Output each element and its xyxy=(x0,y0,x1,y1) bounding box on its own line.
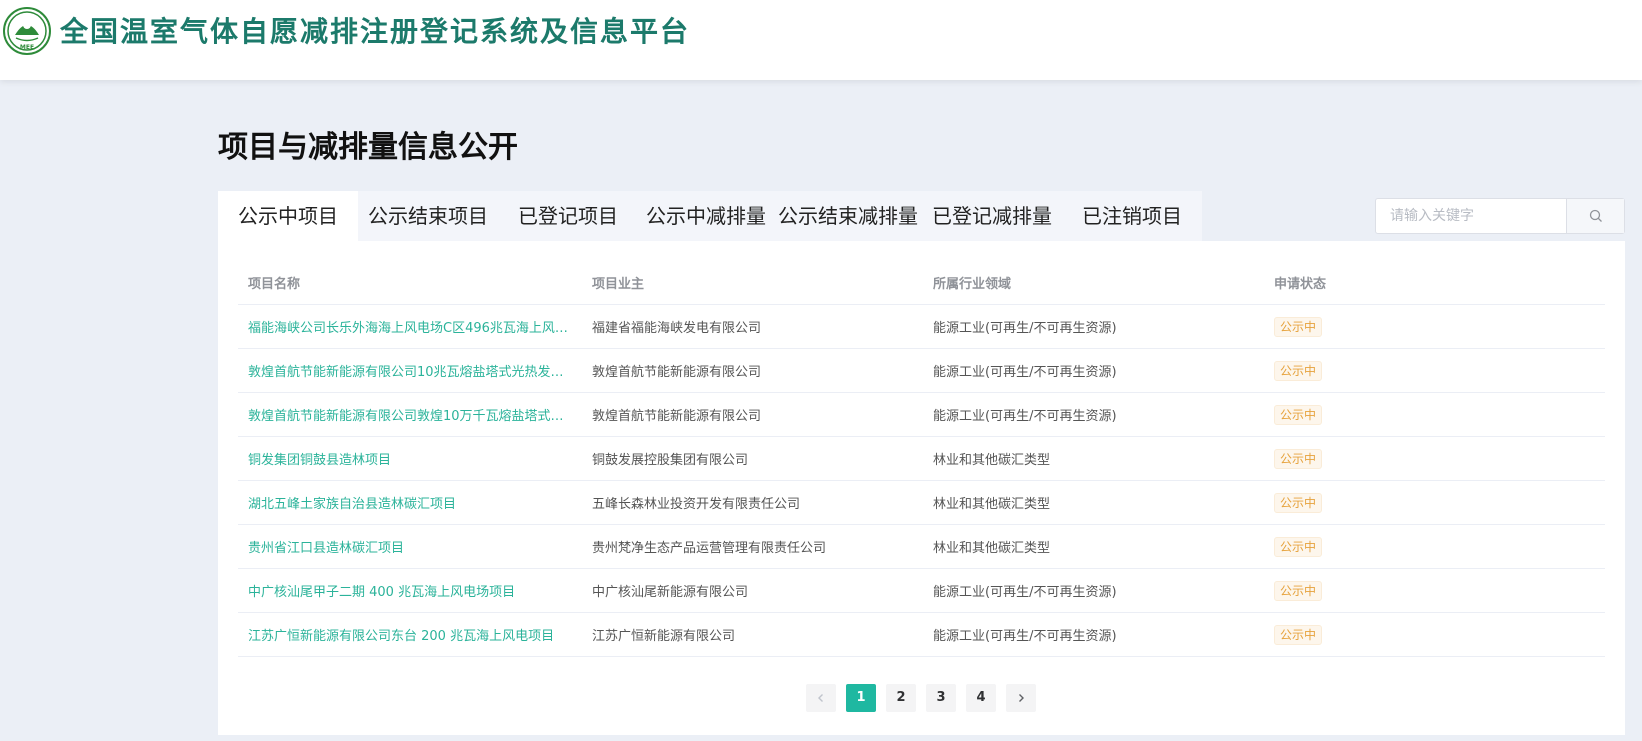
project-name-link[interactable]: 中广核汕尾甲子二期 400 兆瓦海上风电场项目 xyxy=(238,581,582,600)
table-row: 铜发集团铜鼓县造林项目 铜鼓发展控股集团有限公司 林业和其他碳汇类型 公示中 xyxy=(238,437,1605,481)
project-sector: 林业和其他碳汇类型 xyxy=(933,497,1051,512)
project-name-link[interactable]: 江苏广恒新能源有限公司东台 200 兆瓦海上风电项目 xyxy=(238,625,582,644)
status-badge: 公示中 xyxy=(1274,624,1323,645)
page-4-button[interactable]: 4 xyxy=(966,684,996,712)
project-owner: 敦煌首航节能新能源有限公司 xyxy=(592,409,762,424)
chevron-right-icon xyxy=(1019,694,1024,702)
project-sector: 能源工业(可再生/不可再生资源) xyxy=(933,321,1117,336)
table-row: 湖北五峰土家族自治县造林碳汇项目 五峰长森林业投资开发有限责任公司 林业和其他碳… xyxy=(238,481,1605,525)
tab-registered-reductions[interactable]: 已登记减排量 xyxy=(922,191,1062,241)
tab-publicity-ended-reductions[interactable]: 公示结束减排量 xyxy=(774,191,922,241)
page-3-button[interactable]: 3 xyxy=(926,684,956,712)
next-page-button[interactable] xyxy=(1006,684,1036,712)
mee-logo-icon: MEE xyxy=(3,7,51,55)
page-1-button[interactable]: 1 xyxy=(846,684,876,712)
project-owner: 敦煌首航节能新能源有限公司 xyxy=(592,365,762,380)
page-title: 项目与减排量信息公开 xyxy=(218,130,518,165)
project-sector: 林业和其他碳汇类型 xyxy=(933,453,1051,468)
tab-cancelled-projects[interactable]: 已注销项目 xyxy=(1062,191,1202,241)
page-2-button[interactable]: 2 xyxy=(886,684,916,712)
tab-bar: 公示中项目 公示结束项目 已登记项目 公示中减排量 公示结束减排量 已登记减排量… xyxy=(218,191,1202,241)
top-header: MEE 全国温室气体自愿减排注册登记系统及信息平台 xyxy=(0,0,1642,80)
project-name-link[interactable]: 福能海峡公司长乐外海海上风电场C区496兆瓦海上风电项目 xyxy=(238,317,582,336)
search-input[interactable] xyxy=(1376,199,1566,233)
status-badge: 公示中 xyxy=(1274,316,1323,337)
chevron-left-icon xyxy=(818,694,823,702)
logo-text: MEE xyxy=(20,44,34,51)
table-row: 中广核汕尾甲子二期 400 兆瓦海上风电场项目 中广核汕尾新能源有限公司 能源工… xyxy=(238,569,1605,613)
project-name-link[interactable]: 贵州省江口县造林碳汇项目 xyxy=(238,537,582,556)
status-badge: 公示中 xyxy=(1274,448,1323,469)
project-owner: 五峰长森林业投资开发有限责任公司 xyxy=(592,497,801,512)
search-box xyxy=(1375,198,1625,234)
project-owner: 贵州梵净生态产品运营管理有限责任公司 xyxy=(592,541,827,556)
project-name-link[interactable]: 敦煌首航节能新能源有限公司敦煌10万千瓦熔盐塔式光热发电项目 xyxy=(238,405,582,424)
projects-table: 项目名称 项目业主 所属行业领域 申请状态 福能海峡公司长乐外海海上风电场C区4… xyxy=(238,261,1605,657)
table-row: 福能海峡公司长乐外海海上风电场C区496兆瓦海上风电项目 福建省福能海峡发电有限… xyxy=(238,305,1605,349)
table-row: 敦煌首航节能新能源有限公司10兆瓦熔盐塔式光热发电项目 敦煌首航节能新能源有限公… xyxy=(238,349,1605,393)
search-icon xyxy=(1589,209,1602,222)
project-sector: 林业和其他碳汇类型 xyxy=(933,541,1051,556)
project-owner: 福建省福能海峡发电有限公司 xyxy=(592,321,762,336)
table-row: 贵州省江口县造林碳汇项目 贵州梵净生态产品运营管理有限责任公司 林业和其他碳汇类… xyxy=(238,525,1605,569)
pagination: 1 2 3 4 xyxy=(806,684,1036,712)
project-sector: 能源工业(可再生/不可再生资源) xyxy=(933,585,1117,600)
project-name-link[interactable]: 铜发集团铜鼓县造林项目 xyxy=(238,449,582,468)
status-badge: 公示中 xyxy=(1274,580,1323,601)
table-header: 项目名称 项目业主 所属行业领域 申请状态 xyxy=(238,261,1605,305)
tab-publicizing-reductions[interactable]: 公示中减排量 xyxy=(638,191,774,241)
project-sector: 能源工业(可再生/不可再生资源) xyxy=(933,409,1117,424)
search-button[interactable] xyxy=(1566,199,1624,233)
header-status: 申请状态 xyxy=(1274,277,1327,292)
header-project-name: 项目名称 xyxy=(248,277,301,292)
tab-publicizing-projects[interactable]: 公示中项目 xyxy=(218,191,358,241)
header-project-owner: 项目业主 xyxy=(592,277,645,292)
tab-registered-projects[interactable]: 已登记项目 xyxy=(498,191,638,241)
tab-publicity-ended-projects[interactable]: 公示结束项目 xyxy=(358,191,498,241)
project-name-link[interactable]: 湖北五峰土家族自治县造林碳汇项目 xyxy=(238,493,582,512)
status-badge: 公示中 xyxy=(1274,404,1323,425)
site-title: 全国温室气体自愿减排注册登记系统及信息平台 xyxy=(60,15,691,48)
content-panel: 项目名称 项目业主 所属行业领域 申请状态 福能海峡公司长乐外海海上风电场C区4… xyxy=(218,241,1625,735)
project-sector: 能源工业(可再生/不可再生资源) xyxy=(933,365,1117,380)
status-badge: 公示中 xyxy=(1274,360,1323,381)
table-row: 江苏广恒新能源有限公司东台 200 兆瓦海上风电项目 江苏广恒新能源有限公司 能… xyxy=(238,613,1605,657)
project-sector: 能源工业(可再生/不可再生资源) xyxy=(933,629,1117,644)
status-badge: 公示中 xyxy=(1274,536,1323,557)
project-owner: 江苏广恒新能源有限公司 xyxy=(592,629,736,644)
header-sector: 所属行业领域 xyxy=(933,277,1012,292)
project-owner: 铜鼓发展控股集团有限公司 xyxy=(592,453,749,468)
status-badge: 公示中 xyxy=(1274,492,1323,513)
prev-page-button[interactable] xyxy=(806,684,836,712)
table-row: 敦煌首航节能新能源有限公司敦煌10万千瓦熔盐塔式光热发电项目 敦煌首航节能新能源… xyxy=(238,393,1605,437)
project-name-link[interactable]: 敦煌首航节能新能源有限公司10兆瓦熔盐塔式光热发电项目 xyxy=(238,361,582,380)
project-owner: 中广核汕尾新能源有限公司 xyxy=(592,585,749,600)
